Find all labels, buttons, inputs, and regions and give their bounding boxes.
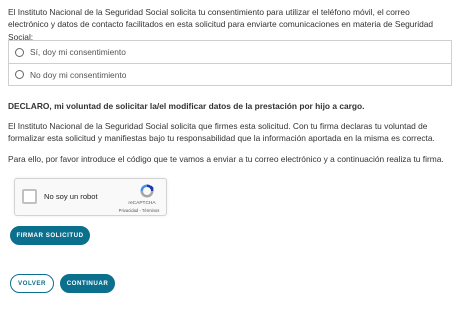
recaptcha-logo-icon (140, 184, 154, 198)
consent-no-label: No doy mi consentimiento (30, 69, 127, 80)
intro-text: El Instituto Nacional de la Seguridad So… (8, 7, 434, 42)
recaptcha-checkbox[interactable] (22, 189, 37, 204)
recaptcha-links[interactable]: Privacidad - Términos (116, 208, 162, 213)
code-text: Para ello, por favor introduce el código… (8, 154, 444, 164)
recaptcha-label: No soy un robot (44, 192, 98, 201)
recaptcha-brand: reCAPTCHA (128, 201, 156, 206)
back-button[interactable]: VOLVER (10, 274, 54, 293)
consent-no-option[interactable]: No doy mi consentimiento (9, 63, 451, 85)
sign-text: El Instituto Nacional de la Seguridad So… (8, 121, 435, 144)
radio-yes[interactable] (15, 47, 24, 57)
consent-yes-option[interactable]: Sí, doy mi consentimiento (9, 41, 451, 63)
radio-no[interactable] (15, 70, 24, 79)
consent-options: Sí, doy mi consentimiento No doy mi cons… (8, 40, 452, 86)
sign-request-button[interactable]: FIRMAR SOLICITUD (10, 226, 90, 245)
consent-yes-label: Sí, doy mi consentimiento (30, 47, 126, 57)
recaptcha-widget: No soy un robot reCAPTCHA Privacidad - T… (14, 178, 167, 216)
continue-button[interactable]: CONTINUAR (60, 274, 115, 293)
declaration-text: DECLARO, mi voluntad de solicitar la/el … (8, 101, 365, 111)
